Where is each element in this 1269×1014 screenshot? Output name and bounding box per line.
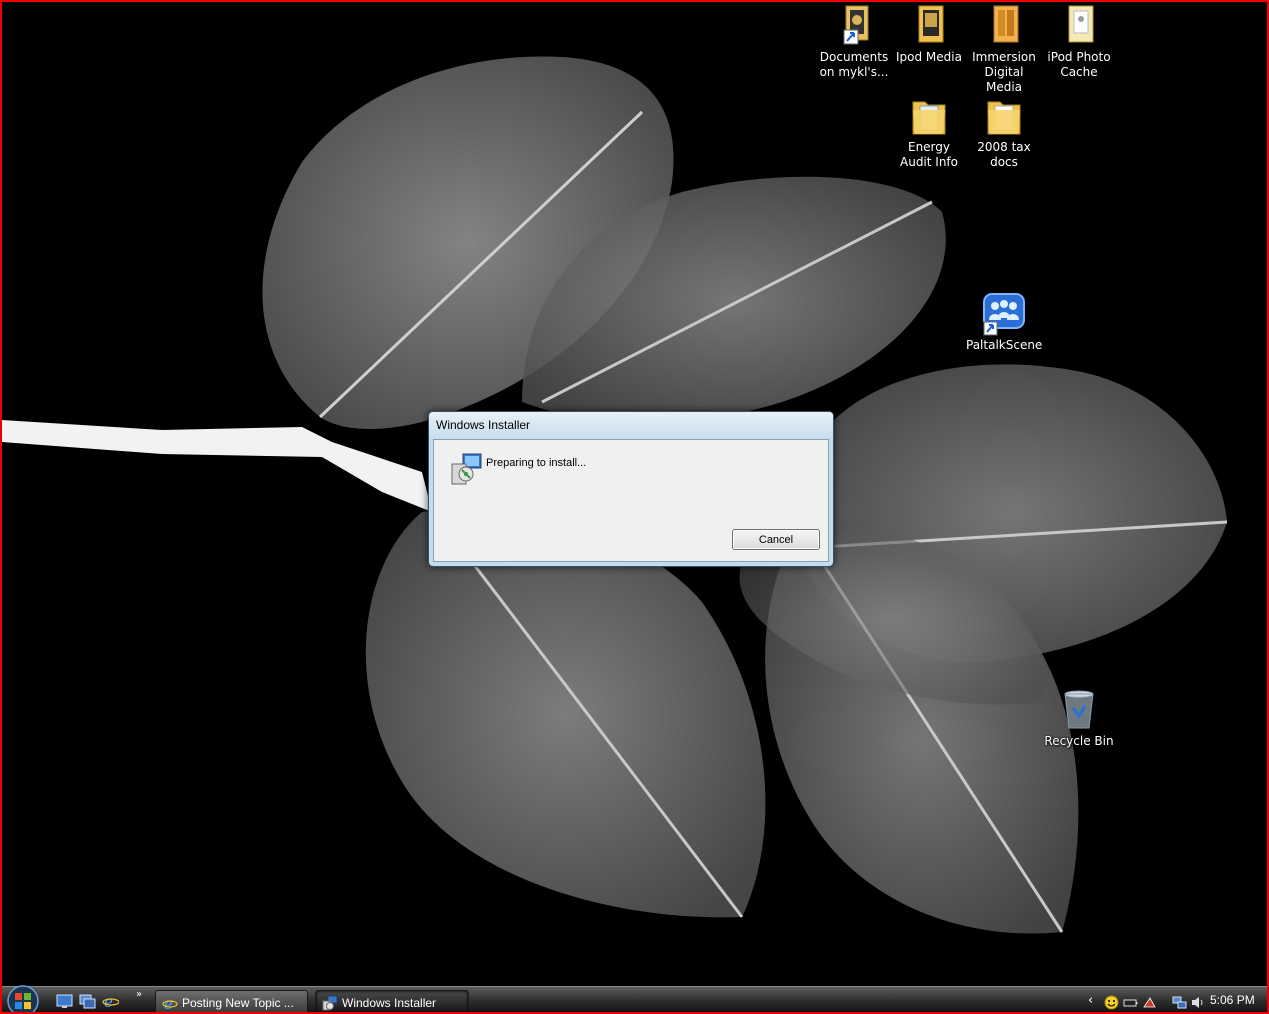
security-alert-icon[interactable] [1142, 995, 1157, 1010]
dialog-message: Preparing to install... [486, 457, 587, 469]
svg-text:e: e [104, 994, 113, 1009]
battery-icon[interactable] [1123, 995, 1138, 1010]
folder-icon [993, 5, 1019, 43]
network-icon[interactable] [1172, 995, 1187, 1010]
dialog-title[interactable]: Windows Installer [429, 412, 833, 438]
desktop-icon-label: Recycle Bin [1044, 734, 1114, 748]
paltalk-people-icon [983, 293, 1025, 336]
desktop: Documents on mykl's... Ipod Media Immers… [0, 0, 1269, 1014]
windows-installer-dialog: Windows Installer Preparing to install..… [428, 411, 834, 567]
desktop-icon-label: Energy Audit Info [900, 140, 958, 169]
cancel-button[interactable]: Cancel [732, 529, 820, 550]
taskbar-button-posting-new-topic[interactable]: e Posting New Topic ... [155, 990, 308, 1012]
taskbar: e » e Posting New Topic ... Windows Inst… [2, 985, 1267, 1014]
desktop-icon-label: PaltalkScene [966, 338, 1043, 352]
volume-icon[interactable] [1190, 995, 1205, 1010]
show-hidden-icons-button[interactable]: ‹ [1088, 993, 1093, 1008]
folder-icon [912, 101, 946, 135]
desktop-icon-paltalk[interactable]: PaltalkScene [966, 292, 1042, 353]
folder-icon [1068, 5, 1094, 43]
shared-folder-icon [843, 5, 869, 45]
switch-windows-icon[interactable] [79, 994, 96, 1009]
quick-launch-more-button[interactable]: » [136, 989, 142, 1000]
installer-package-icon [322, 995, 338, 1011]
taskbar-button-label: Posting New Topic ... [182, 996, 294, 1010]
desktop-icon-ipod-photo[interactable]: iPod Photo Cache [1041, 4, 1117, 80]
desktop-icon-label: iPod Photo Cache [1047, 50, 1111, 79]
desktop-icon-tax[interactable]: 2008 tax docs [966, 94, 1042, 170]
folder-icon [918, 5, 944, 43]
taskbar-button-label: Windows Installer [342, 996, 437, 1010]
internet-explorer-icon: e [162, 995, 178, 1011]
show-desktop-icon[interactable] [56, 994, 73, 1009]
taskbar-clock[interactable]: 5:06 PM [1210, 993, 1255, 1007]
taskbar-button-windows-installer[interactable]: Windows Installer [315, 990, 469, 1012]
desktop-icon-documents[interactable]: Documents on mykl's... [816, 4, 892, 80]
desktop-icon-label: Documents on mykl's... [819, 50, 889, 79]
svg-text:e: e [164, 995, 173, 1011]
folder-icon [987, 101, 1021, 135]
installer-package-icon [451, 453, 482, 485]
desktop-icon-ipod-media[interactable]: Ipod Media [891, 4, 967, 65]
smiley-icon[interactable] [1104, 995, 1119, 1010]
desktop-icon-label: Ipod Media [896, 50, 962, 64]
internet-explorer-icon[interactable]: e [102, 994, 119, 1009]
desktop-icon-immersion[interactable]: Immersion Digital Media [966, 4, 1042, 95]
start-button[interactable] [4, 985, 42, 1014]
desktop-icon-energy[interactable]: Energy Audit Info [891, 94, 967, 170]
desktop-icon-label: Immersion Digital Media [972, 50, 1036, 94]
recycle-bin-icon [1064, 690, 1094, 729]
dialog-client-area: Preparing to install... Cancel [433, 439, 829, 562]
desktop-icon-label: 2008 tax docs [977, 140, 1031, 169]
desktop-icon-recycle-bin[interactable]: Recycle Bin [1041, 688, 1117, 749]
